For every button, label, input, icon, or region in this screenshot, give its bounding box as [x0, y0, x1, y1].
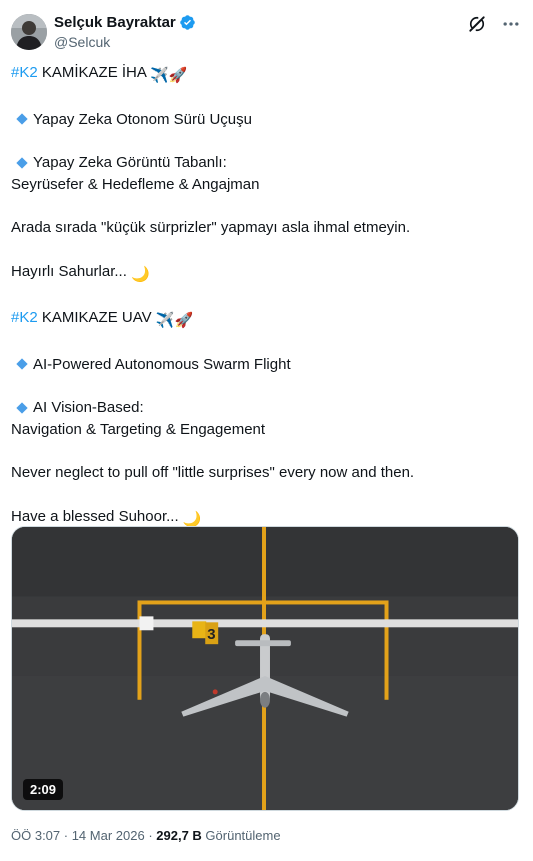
en-bullet-2-line2: Navigation & Targeting & Engagement — [11, 420, 266, 438]
video-thumbnail: 3 — [12, 527, 518, 810]
video-duration: 2:09 — [23, 779, 64, 800]
display-name[interactable]: Selçuk Bayraktar — [54, 14, 176, 31]
tr-bullet-1: Yapay Zeka Otonom Sürü Uçuşu — [11, 109, 521, 131]
separator: · — [60, 828, 72, 843]
blue-diamond-icon — [16, 113, 28, 125]
tweet-header: Selçuk Bayraktar @Selcuk — [11, 12, 521, 52]
tweet-footer: ÖÖ 3:07 · 14 Mar 2026 · 292,7 B Görüntül… — [11, 828, 281, 843]
tr-bullet-2-line1: Yapay Zeka Görüntü Tabanlı: — [33, 154, 227, 171]
tr-bullet-1-text: Yapay Zeka Otonom Sürü Uçuşu — [33, 110, 252, 128]
video-player[interactable]: 3 2:09 — [11, 526, 519, 811]
hashtag-link[interactable]: #K2 — [11, 309, 38, 326]
tr-surprise-text: Arada sırada "küçük sürprizler" yapmayı … — [11, 219, 411, 236]
blue-diamond-icon — [16, 156, 28, 169]
views-count[interactable]: 292,7 B — [156, 828, 202, 843]
verified-badge-icon[interactable] — [179, 14, 196, 31]
views-label: Görüntüleme — [201, 828, 281, 843]
en-bullet-1-text: AI-Powered Autonomous Swarm Flight — [33, 355, 291, 373]
en-bullet-1: AI-Powered Autonomous Swarm Flight — [11, 354, 521, 376]
tr-blessing-text: Hayırlı Sahurlar... — [11, 262, 132, 280]
handle[interactable]: @Selcuk — [54, 34, 196, 50]
separator: · — [144, 828, 157, 843]
tweet-text: #K2 KAMİKAZE İHA ✈️🚀 Yapay Zeka Otonom S… — [11, 62, 521, 552]
tr-title: KAMİKAZE İHA — [37, 64, 151, 81]
blue-diamond-icon — [16, 401, 28, 414]
avatar[interactable] — [11, 14, 47, 50]
rocket-emoji-icon: 🚀 — [174, 312, 194, 329]
timestamp-time[interactable]: ÖÖ 3:07 — [11, 828, 60, 843]
blue-diamond-icon — [16, 358, 28, 370]
avatar-photo-icon — [11, 14, 47, 50]
en-title: KAMIKAZE UAV — [37, 309, 156, 326]
grok-icon[interactable] — [467, 14, 487, 34]
marker-label: 3 — [207, 627, 215, 643]
author-names: Selçuk Bayraktar @Selcuk — [54, 13, 196, 50]
tr-title-line: #K2 KAMİKAZE İHA ✈️🚀 — [11, 62, 521, 87]
crescent-moon-emoji-icon: 🌙 — [131, 265, 150, 283]
timestamp-date[interactable]: 14 Mar 2026 — [72, 828, 145, 843]
tr-bullet-2: Yapay Zeka Görüntü Tabanlı: Seyrüsefer &… — [11, 152, 521, 195]
tweet: Selçuk Bayraktar @Selcuk #K2 KAMİKAZE İH… — [0, 0, 533, 861]
rocket-emoji-icon: 🚀 — [168, 67, 188, 84]
header-actions — [467, 14, 521, 34]
airplane-emoji-icon: ✈️ — [150, 67, 169, 84]
en-bullet-2: AI Vision-Based: Navigation & Targeting … — [11, 397, 521, 440]
en-surprise-text: Never neglect to pull off "little surpri… — [11, 464, 415, 481]
hashtag-link[interactable]: #K2 — [11, 64, 38, 81]
more-dots-icon[interactable] — [501, 14, 521, 34]
en-title-line: #K2 KAMIKAZE UAV ✈️🚀 — [11, 307, 521, 332]
airplane-emoji-icon: ✈️ — [155, 312, 175, 329]
en-blessing-text: Have a blessed Suhoor... — [11, 507, 183, 525]
en-surprise: Never neglect to pull off "little surpri… — [11, 462, 521, 484]
tr-surprise: Arada sırada "küçük sürprizler" yapmayı … — [11, 217, 521, 239]
tr-bullet-2-line2: Seyrüsefer & Hedefleme & Angajman — [11, 175, 260, 193]
en-bullet-2-line1: AI Vision-Based: — [33, 399, 144, 416]
tr-blessing: Hayırlı Sahurlar... 🌙 — [11, 261, 521, 286]
